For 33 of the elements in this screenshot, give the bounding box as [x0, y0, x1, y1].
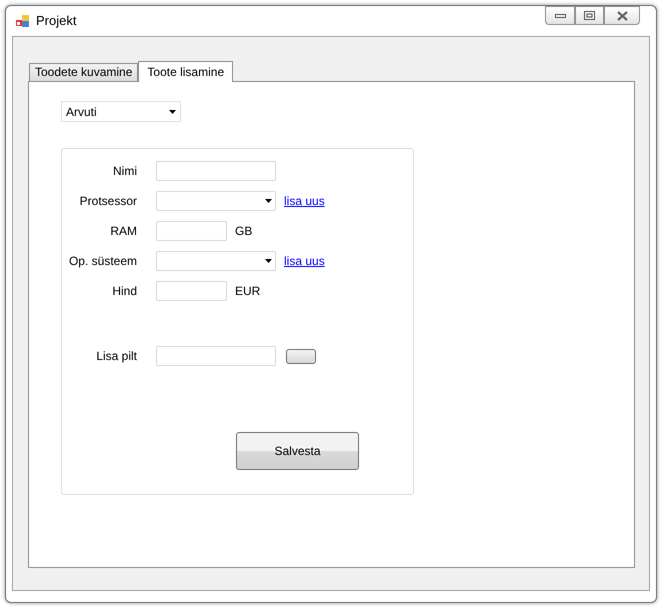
- dropdown-arrow-icon: [169, 110, 176, 114]
- field-label: Op. süsteem: [68, 253, 137, 270]
- field-label: Lisa pilt: [95, 348, 137, 365]
- tab[interactable]: Toodete kuvamine: [29, 63, 138, 81]
- dropdown-value: Arvuti: [66, 104, 97, 120]
- maximize-icon: [584, 11, 595, 20]
- field-label: RAM: [109, 223, 137, 240]
- browse-button[interactable]: [286, 348, 316, 364]
- dropdown-arrow-icon: [265, 259, 272, 263]
- field-label: Protsessor: [78, 193, 137, 210]
- dropdown-field[interactable]: [156, 251, 276, 271]
- input-field[interactable]: [156, 161, 276, 181]
- dropdown-field[interactable]: [156, 191, 276, 211]
- minimize-icon: [554, 14, 566, 18]
- field-label: Hind: [111, 283, 137, 300]
- add-new-link[interactable]: lisa uus: [284, 252, 325, 270]
- close-button[interactable]: [604, 6, 640, 25]
- tab[interactable]: Toote lisamine: [138, 61, 234, 82]
- input-field[interactable]: [156, 281, 227, 301]
- unit-label: GB: [235, 223, 252, 240]
- category-dropdown[interactable]: Arvuti: [61, 101, 181, 122]
- close-icon: [616, 10, 628, 20]
- field-label: Nimi: [112, 163, 137, 180]
- minimize-button[interactable]: [545, 6, 575, 25]
- window-title: Projekt: [36, 12, 76, 30]
- input-field[interactable]: [156, 221, 227, 241]
- unit-label: EUR: [235, 283, 260, 300]
- input-field[interactable]: [156, 346, 276, 366]
- save-button[interactable]: Salvesta: [236, 432, 359, 470]
- app-icon: [16, 14, 30, 28]
- maximize-button[interactable]: [575, 6, 604, 25]
- dropdown-arrow-icon: [265, 199, 272, 203]
- add-new-link[interactable]: lisa uus: [284, 192, 325, 210]
